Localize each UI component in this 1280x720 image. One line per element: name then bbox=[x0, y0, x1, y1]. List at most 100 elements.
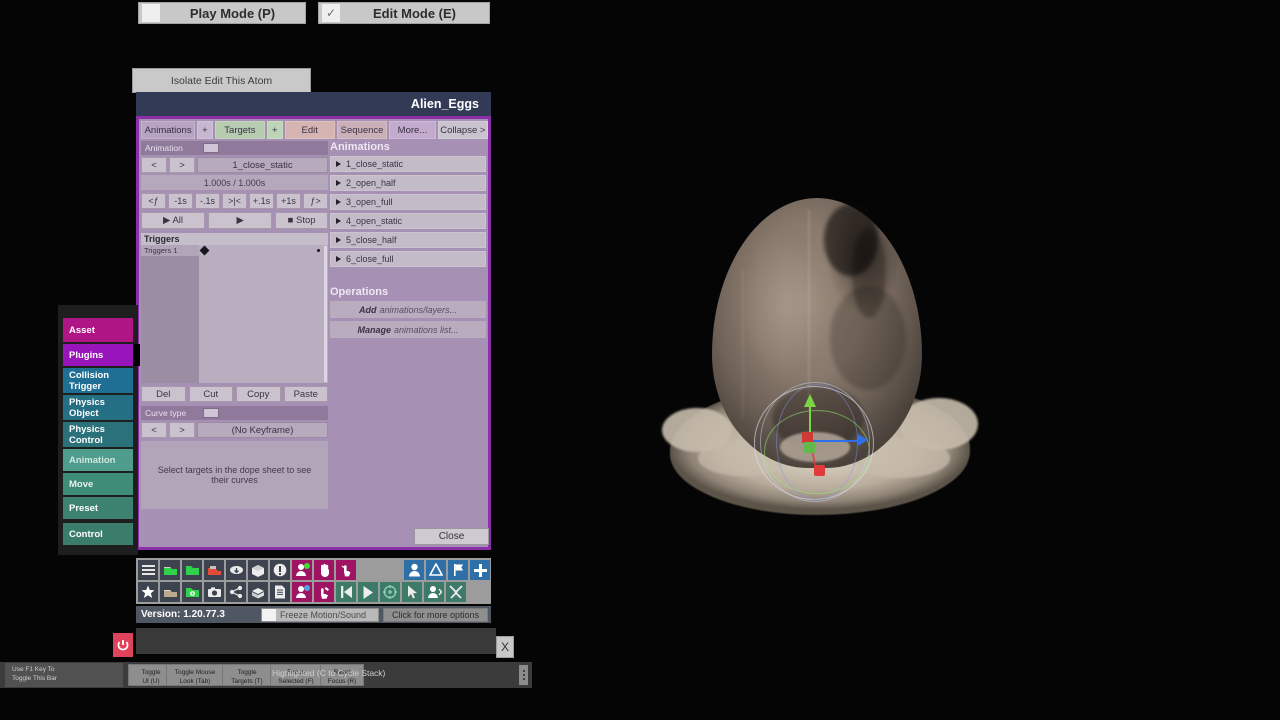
isolate-edit-atom-button[interactable]: Isolate Edit This Atom bbox=[132, 68, 311, 93]
tab-collapse[interactable]: Collapse > bbox=[437, 121, 489, 139]
overflow-menu-icon[interactable] bbox=[519, 665, 528, 685]
curve-next-button[interactable]: > bbox=[169, 422, 195, 438]
document-icon[interactable] bbox=[270, 582, 290, 602]
menu-icon[interactable] bbox=[138, 560, 158, 580]
keyframe-marker[interactable] bbox=[199, 245, 210, 256]
manage-animations-list-button[interactable]: Manage animations list... bbox=[330, 321, 486, 338]
sidebar-item-move[interactable]: Move bbox=[63, 473, 133, 495]
sidebar-item-preset[interactable]: Preset bbox=[63, 497, 133, 519]
step-reset-button[interactable]: >|< bbox=[222, 193, 247, 209]
add-person-icon[interactable] bbox=[292, 560, 312, 580]
animation-next-button[interactable]: > bbox=[169, 157, 195, 173]
animation-list-item[interactable]: 2_open_half bbox=[330, 175, 486, 191]
flag-icon[interactable] bbox=[448, 560, 468, 580]
play-mode-checkbox[interactable] bbox=[142, 4, 160, 22]
animation-list-item[interactable]: 4_open_static bbox=[330, 213, 486, 229]
tab-animations[interactable]: Animations bbox=[141, 121, 196, 139]
keyframe-end-dot[interactable] bbox=[317, 249, 320, 252]
current-animation-display[interactable]: 1_close_static bbox=[197, 157, 328, 173]
tab-animations-add[interactable]: + bbox=[197, 121, 213, 139]
more-options-button[interactable]: Click for more options bbox=[383, 607, 488, 622]
sidebar-item-collision-trigger[interactable]: Collision Trigger bbox=[63, 368, 133, 393]
cut-button[interactable]: Cut bbox=[188, 386, 233, 402]
curve-value-display[interactable]: (No Keyframe) bbox=[197, 422, 328, 438]
dope-sheet-grid[interactable] bbox=[199, 245, 328, 383]
step-minus-0.1s-button[interactable]: -.1s bbox=[195, 193, 220, 209]
plus-icon[interactable] bbox=[470, 560, 490, 580]
folder-settings-icon[interactable] bbox=[182, 582, 202, 602]
paste-button[interactable]: Paste bbox=[283, 386, 328, 402]
skip-back-icon[interactable] bbox=[336, 582, 356, 602]
curve-type-swatch[interactable] bbox=[203, 408, 219, 418]
animation-list-item[interactable]: 3_open_full bbox=[330, 194, 486, 210]
dope-track-label[interactable]: Triggers 1 bbox=[141, 245, 199, 257]
star-icon[interactable] bbox=[138, 582, 158, 602]
sidebar-item-asset[interactable]: Asset bbox=[63, 318, 133, 342]
animation-selector-swatch[interactable] bbox=[203, 143, 219, 153]
wrench-hand-icon[interactable] bbox=[314, 582, 334, 602]
play-button[interactable]: ▶ bbox=[208, 212, 273, 229]
add-animations-layers-button[interactable]: Add animations/layers... bbox=[330, 301, 486, 318]
play-all-button[interactable]: ▶ All bbox=[141, 212, 206, 229]
stop-button[interactable]: ■ Stop bbox=[275, 212, 328, 229]
dope-sheet-scrollbar[interactable] bbox=[324, 246, 327, 382]
sidebar-item-control[interactable]: Control bbox=[63, 523, 133, 545]
gizmo-ring-x[interactable] bbox=[776, 384, 858, 500]
play-icon[interactable] bbox=[358, 582, 378, 602]
touch-icon[interactable] bbox=[336, 560, 356, 580]
tools-icon[interactable] bbox=[446, 582, 466, 602]
transform-gizmo[interactable] bbox=[748, 380, 883, 505]
tab-sequence[interactable]: Sequence bbox=[336, 121, 388, 139]
step-plus-1s-button[interactable]: +1s bbox=[276, 193, 301, 209]
cloud-icon[interactable] bbox=[226, 560, 246, 580]
tab-more[interactable]: More... bbox=[389, 121, 436, 139]
save-icon[interactable] bbox=[204, 560, 224, 580]
person-icon[interactable] bbox=[404, 560, 424, 580]
box-open-icon[interactable] bbox=[248, 582, 268, 602]
animation-list-item[interactable]: 6_close_full bbox=[330, 251, 486, 267]
person-move-icon[interactable] bbox=[424, 582, 444, 602]
step-minus-1s-button[interactable]: -1s bbox=[168, 193, 193, 209]
close-icon[interactable]: X bbox=[496, 636, 514, 658]
toggle-targets-button[interactable]: Toggle Targets (T) bbox=[222, 664, 272, 686]
hand-icon[interactable] bbox=[314, 560, 334, 580]
package-icon[interactable] bbox=[248, 560, 268, 580]
sidebar-item-animation[interactable]: Animation bbox=[63, 449, 133, 471]
cursor-icon[interactable] bbox=[402, 582, 422, 602]
animation-list-item[interactable]: 1_close_static bbox=[330, 156, 486, 172]
node-graph-icon[interactable] bbox=[226, 582, 246, 602]
tab-edit[interactable]: Edit bbox=[284, 121, 335, 139]
step-plus-0.1s-button[interactable]: +.1s bbox=[249, 193, 274, 209]
animation-prev-button[interactable]: < bbox=[141, 157, 167, 173]
toggle-mouse-look-button[interactable]: Toggle Mouse Look (Tab) bbox=[166, 664, 224, 686]
alert-icon[interactable] bbox=[270, 560, 290, 580]
freeze-motion-sound-toggle[interactable]: Freeze Motion/Sound bbox=[261, 607, 379, 622]
remove-person-icon[interactable] bbox=[292, 582, 312, 602]
tab-targets[interactable]: Targets bbox=[214, 121, 266, 139]
gizmo-handle-center-green[interactable] bbox=[804, 442, 815, 453]
load-scene-icon[interactable] bbox=[160, 560, 180, 580]
power-icon[interactable] bbox=[113, 633, 133, 657]
target-icon[interactable] bbox=[380, 582, 400, 602]
dope-sheet[interactable]: Triggers 1 bbox=[141, 245, 328, 383]
gizmo-handle-z[interactable] bbox=[814, 465, 825, 476]
freeze-checkbox[interactable] bbox=[262, 608, 276, 621]
edit-mode-button[interactable]: ✓ Edit Mode (E) bbox=[318, 2, 490, 24]
close-button[interactable]: Close bbox=[414, 528, 489, 545]
unity-icon[interactable] bbox=[426, 560, 446, 580]
folder-icon[interactable] bbox=[182, 560, 202, 580]
animation-list-item[interactable]: 5_close_half bbox=[330, 232, 486, 248]
step-next-frame-button[interactable]: ƒ> bbox=[303, 193, 328, 209]
scene-load-icon[interactable] bbox=[160, 582, 180, 602]
curve-prev-button[interactable]: < bbox=[141, 422, 167, 438]
tab-targets-add[interactable]: + bbox=[267, 121, 283, 139]
sidebar-item-physics-object[interactable]: Physics Object bbox=[63, 395, 133, 420]
sidebar-item-plugins[interactable]: Plugins bbox=[63, 344, 133, 366]
sidebar-item-physics-control[interactable]: Physics Control bbox=[63, 422, 133, 447]
screenshot-icon[interactable] bbox=[204, 582, 224, 602]
gizmo-axis-x[interactable] bbox=[810, 440, 862, 442]
play-mode-button[interactable]: Play Mode (P) bbox=[138, 2, 306, 24]
delete-button[interactable]: Del bbox=[141, 386, 186, 402]
step-prev-frame-button[interactable]: <ƒ bbox=[141, 193, 166, 209]
edit-mode-checkbox[interactable]: ✓ bbox=[322, 4, 340, 22]
